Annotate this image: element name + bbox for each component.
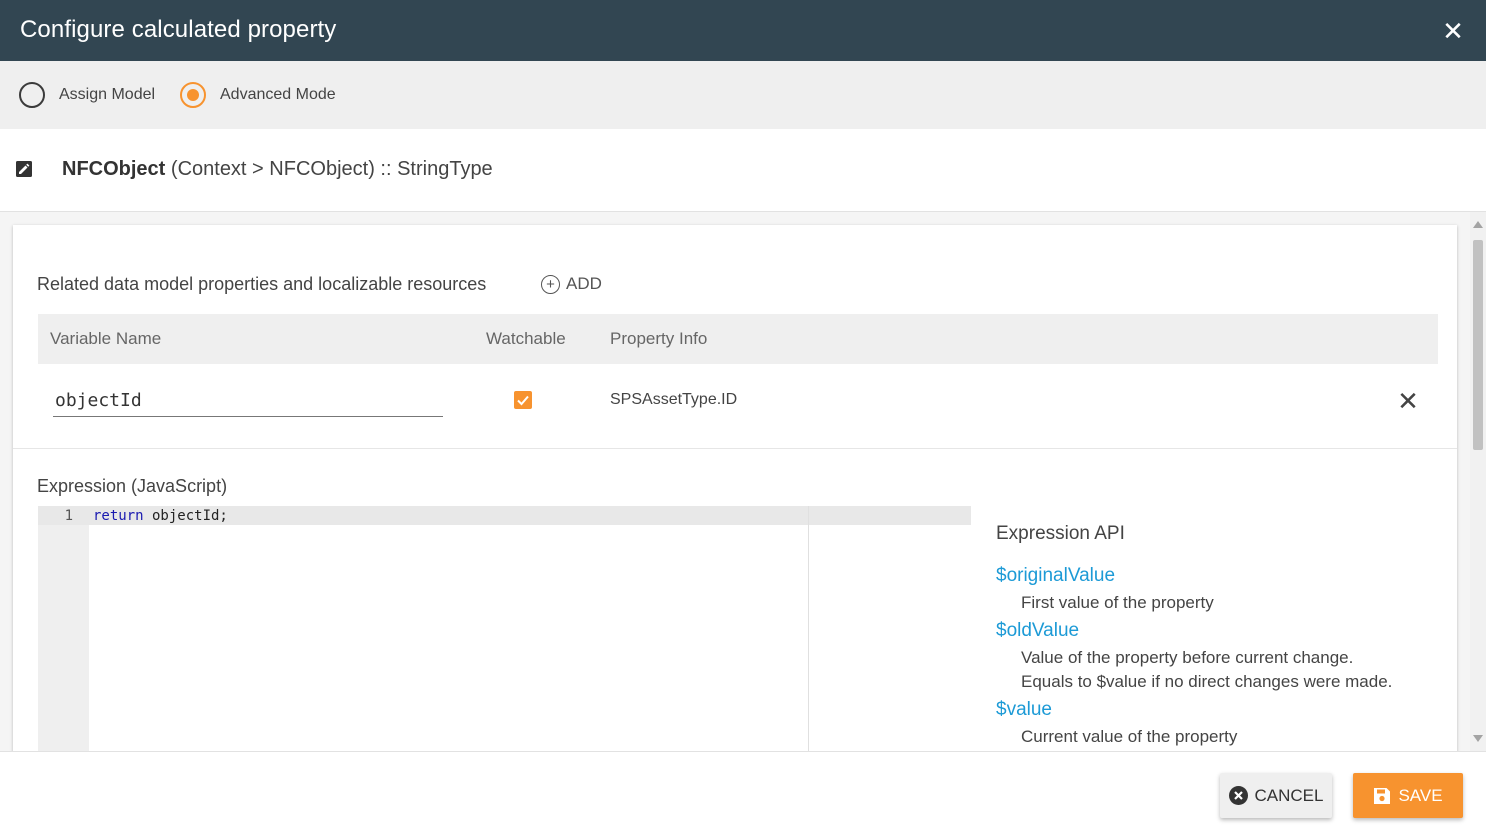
scrollbar-thumb[interactable] (1473, 240, 1483, 450)
remove-row-icon[interactable]: ✕ (1393, 386, 1423, 416)
context-row: NFCObject (Context > NFCObject) :: Strin… (0, 129, 1486, 212)
editor-gutter (38, 506, 89, 751)
add-label: ADD (566, 274, 602, 293)
api-item-desc: Current value of the property (1021, 727, 1238, 746)
dialog-footer: CANCEL SAVE (0, 751, 1486, 836)
api-title: Expression API (996, 523, 1125, 544)
api-item-value[interactable]: $value (996, 699, 1052, 721)
code-text: objectId; (143, 508, 228, 524)
mode-selector: Assign Model Advanced Mode (0, 61, 1486, 129)
divider (13, 448, 1457, 449)
property-info: SPSAssetType.ID (610, 391, 738, 408)
add-button[interactable]: + ADD (541, 274, 602, 294)
object-name: NFCObject (62, 158, 166, 180)
save-label: SAVE (1398, 785, 1443, 805)
cancel-button[interactable]: CANCEL (1220, 773, 1332, 818)
radio-assign-model[interactable]: Assign Model (19, 81, 155, 109)
variable-name-input[interactable] (53, 384, 443, 417)
scroll-down-icon[interactable] (1473, 735, 1483, 742)
cancel-label: CANCEL (1254, 785, 1324, 805)
cancel-circle-icon (1228, 786, 1248, 805)
column-header-property-info: Property Info (610, 329, 708, 348)
expression-title: Expression (JavaScript) (37, 476, 228, 496)
radio-advanced-mode[interactable]: Advanced Mode (180, 81, 336, 109)
checkmark-icon (517, 395, 529, 406)
watchable-checkbox[interactable] (514, 391, 532, 409)
add-circle-icon: + (541, 274, 560, 294)
context-label: NFCObject (Context > NFCObject) :: Strin… (62, 158, 493, 181)
radio-button-unchecked[interactable] (19, 82, 45, 108)
section-title: Related data model properties and locali… (37, 274, 487, 294)
vertical-scrollbar[interactable] (1470, 212, 1486, 751)
radio-label: Advanced Mode (220, 86, 336, 103)
content-card: Related data model properties and locali… (13, 225, 1457, 751)
radio-button-checked[interactable] (180, 82, 206, 108)
close-icon[interactable]: ✕ (1438, 16, 1468, 46)
object-path: (Context > NFCObject) :: StringType (170, 158, 493, 180)
code-line[interactable]: return objectId; (93, 508, 228, 524)
scroll-up-icon[interactable] (1473, 221, 1483, 228)
edit-square-icon (16, 161, 32, 177)
code-keyword: return (93, 508, 144, 524)
dialog-title: Configure calculated property (20, 16, 337, 43)
api-item-old-value[interactable]: $oldValue (996, 620, 1079, 642)
api-item-original-value[interactable]: $originalValue (996, 565, 1115, 587)
api-item-desc: Value of the property before current cha… (1021, 648, 1354, 667)
content-scroll-area: Related data model properties and locali… (0, 212, 1486, 751)
dialog-header: Configure calculated property ✕ (0, 0, 1486, 61)
print-margin (808, 506, 809, 751)
table-header: Variable Name Watchable Property Info (38, 314, 1438, 364)
api-item-desc: First value of the property (1021, 593, 1214, 612)
column-header-variable-name: Variable Name (50, 329, 162, 348)
radio-label: Assign Model (59, 86, 156, 103)
api-item-desc: Equals to $value if no direct changes we… (1021, 672, 1393, 691)
column-header-watchable: Watchable (486, 329, 566, 348)
line-number: 1 (64, 508, 73, 524)
save-disk-icon (1373, 787, 1391, 805)
table-row: SPSAssetType.ID ✕ (38, 364, 1438, 448)
save-button[interactable]: SAVE (1353, 773, 1463, 818)
code-editor[interactable]: 1 return objectId; (38, 506, 971, 751)
